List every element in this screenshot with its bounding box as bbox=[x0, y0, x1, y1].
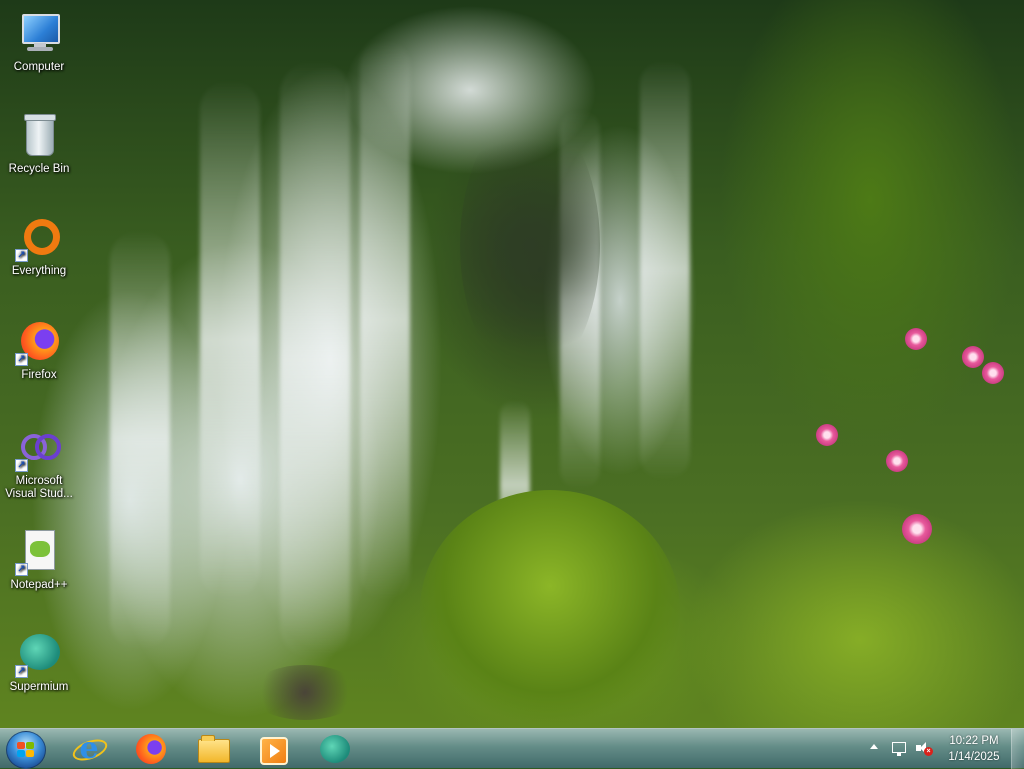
taskbar: e × 10:22 PM 1/14/2025 bbox=[0, 728, 1024, 769]
system-clock[interactable]: 10:22 PM 1/14/2025 bbox=[938, 733, 1010, 765]
desktop-icon-everything[interactable]: ↗ Everything bbox=[1, 214, 77, 278]
clock-date: 1/14/2025 bbox=[948, 751, 1000, 763]
windows-logo-icon bbox=[17, 742, 35, 758]
desktop-icon-firefox[interactable]: ↗ Firefox bbox=[1, 318, 77, 382]
desktop-wallpaper bbox=[0, 0, 1024, 728]
media-player-icon bbox=[260, 737, 288, 765]
desktop-icon-label: Recycle Bin bbox=[8, 163, 70, 175]
desktop-icon-notepad-plus-plus[interactable]: ↗ Notepad++ bbox=[1, 528, 77, 592]
show-desktop-button[interactable] bbox=[1011, 729, 1024, 769]
desktop-icon-label: Firefox bbox=[21, 369, 57, 381]
computer-icon bbox=[15, 10, 63, 58]
start-button[interactable] bbox=[6, 731, 46, 769]
desktop-icon-label: Supermium bbox=[9, 681, 69, 693]
desktop-icon-visual-studio[interactable]: ↗ Microsoft Visual Stud... bbox=[1, 424, 77, 501]
taskbar-internet-explorer[interactable]: e bbox=[62, 731, 114, 767]
shortcut-arrow-icon: ↗ bbox=[15, 665, 28, 678]
desktop-icon-label: Notepad++ bbox=[10, 579, 68, 591]
volume-muted-icon[interactable]: × bbox=[916, 742, 933, 756]
desktop-icon-computer[interactable]: Computer bbox=[1, 10, 77, 74]
taskbar-firefox[interactable] bbox=[124, 731, 176, 767]
firefox-icon bbox=[136, 734, 166, 764]
desktop-icon-supermium[interactable]: ↗ Supermium bbox=[1, 630, 77, 694]
shortcut-arrow-icon: ↗ bbox=[15, 249, 28, 262]
supermium-icon bbox=[320, 735, 350, 763]
taskbar-supermium[interactable] bbox=[308, 731, 360, 767]
taskbar-media-player[interactable] bbox=[246, 731, 298, 767]
supermium-icon: ↗ bbox=[15, 630, 63, 678]
clock-time: 10:22 PM bbox=[949, 735, 999, 747]
taskbar-file-explorer[interactable] bbox=[186, 731, 238, 767]
shortcut-arrow-icon: ↗ bbox=[15, 563, 28, 576]
shortcut-arrow-icon: ↗ bbox=[15, 459, 28, 472]
everything-icon: ↗ bbox=[15, 214, 63, 262]
desktop-icon-label: Microsoft Visual Stud... bbox=[5, 475, 73, 500]
desktop-icon-label: Everything bbox=[11, 265, 67, 277]
desktop-icon-recycle-bin[interactable]: Recycle Bin bbox=[1, 112, 77, 176]
desktop-icon-label: Computer bbox=[13, 61, 65, 73]
notepad-plus-plus-icon: ↗ bbox=[15, 528, 63, 576]
file-explorer-icon bbox=[198, 735, 230, 763]
network-icon[interactable] bbox=[892, 742, 906, 756]
chevron-up-icon[interactable] bbox=[870, 744, 878, 749]
internet-explorer-glyph: e bbox=[79, 731, 99, 766]
recycle-bin-icon bbox=[15, 112, 63, 160]
shortcut-arrow-icon: ↗ bbox=[15, 353, 28, 366]
firefox-icon: ↗ bbox=[15, 318, 63, 366]
visual-studio-icon: ↗ bbox=[15, 424, 63, 472]
